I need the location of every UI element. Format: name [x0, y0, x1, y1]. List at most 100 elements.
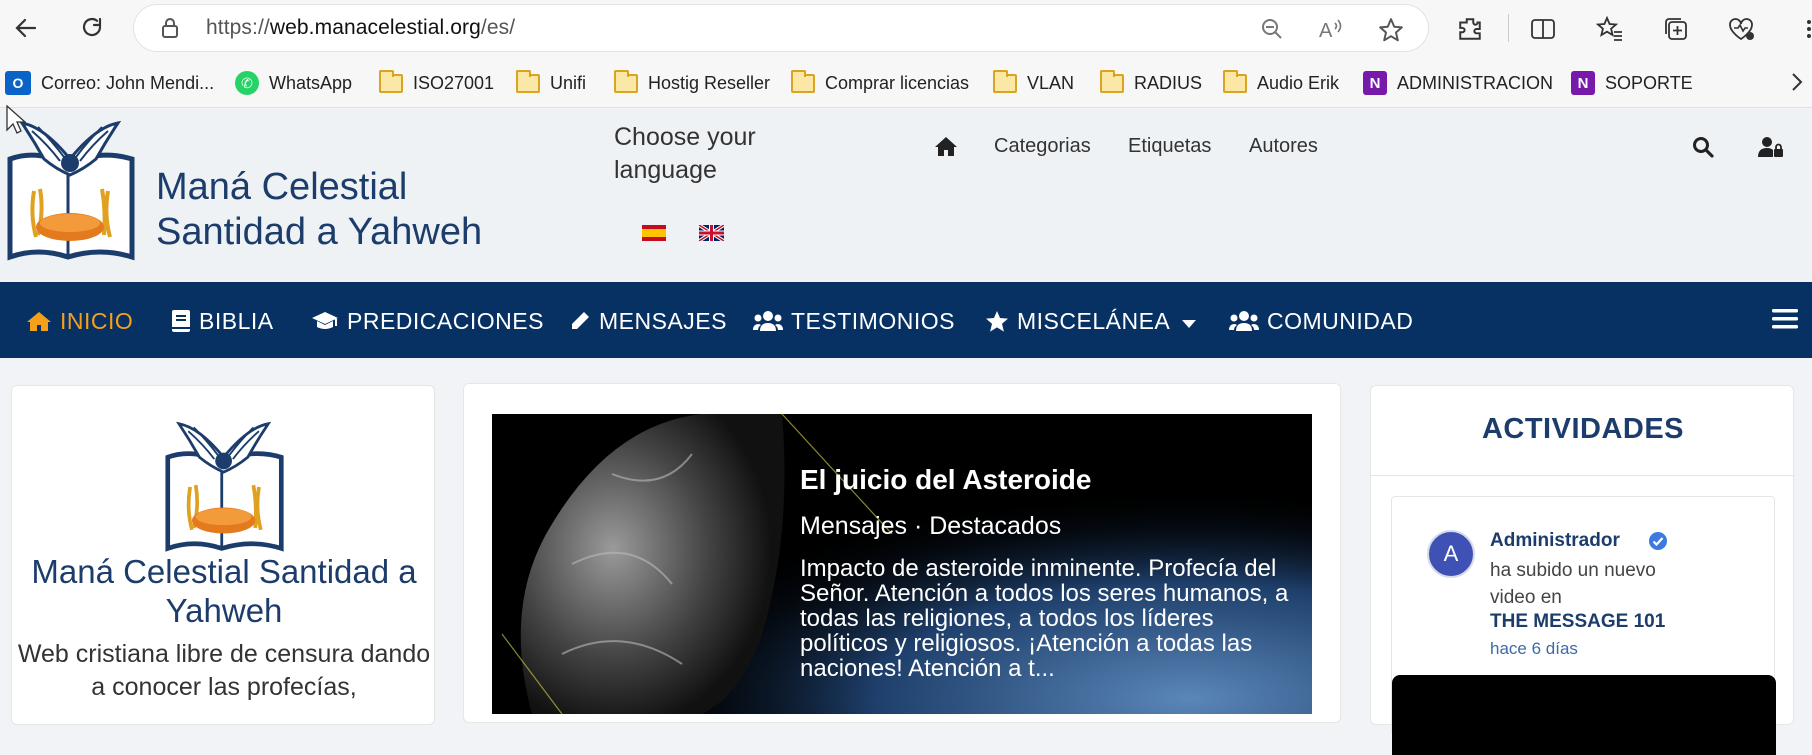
pencil-icon: [569, 310, 591, 332]
nav-comunidad[interactable]: COMUNIDAD: [1229, 306, 1413, 336]
toolbar-divider: [1508, 14, 1509, 42]
activities-card: ACTIVIDADES A Administrador ha subido un…: [1370, 385, 1795, 755]
bookmark-radius[interactable]: RADIUS: [1100, 69, 1203, 96]
user-login-icon[interactable]: [1758, 136, 1784, 163]
read-aloud-icon[interactable]: A: [1318, 17, 1344, 46]
chevron-right-icon[interactable]: [1790, 70, 1804, 99]
bookmark-label: VLAN: [1027, 72, 1075, 93]
site-header: Maná Celestial Santidad a Yahweh Choose …: [0, 109, 1812, 282]
video-preview[interactable]: [1392, 675, 1776, 755]
activity-text: ha subido un nuevo video en: [1490, 560, 1656, 608]
bookmark-comprar-licencias[interactable]: Comprar licencias: [791, 69, 969, 96]
favorite-star-icon[interactable]: [1378, 17, 1404, 48]
site-title-line[interactable]: Santidad a Yahweh: [156, 210, 482, 255]
bookmark-label: SOPORTE: [1605, 72, 1693, 93]
onenote-icon: N: [1363, 71, 1387, 95]
menu-autores[interactable]: Autores: [1249, 135, 1318, 158]
back-button[interactable]: [8, 10, 44, 46]
sidebar-description: Web cristiana libre de censura dando a c…: [17, 640, 431, 701]
caret-down-icon: [1182, 308, 1197, 335]
bookmark-label: Correo: John Mendi...: [41, 72, 215, 93]
favorites-icon[interactable]: [1593, 12, 1627, 46]
onenote-icon: N: [1571, 71, 1595, 95]
bookmark-soporte[interactable]: N SOPORTE: [1571, 70, 1693, 96]
bookmark-hostig-reseller[interactable]: Hostig Reseller: [614, 69, 770, 96]
featured-title[interactable]: El juicio del Asteroide: [800, 464, 1091, 496]
more-options-icon[interactable]: [1792, 12, 1812, 46]
folder-icon: [1223, 69, 1247, 93]
folder-icon: [614, 69, 638, 93]
search-icon[interactable]: [1692, 136, 1714, 163]
site-title[interactable]: Maná Celestial Santidad a Yahweh: [156, 165, 482, 255]
bookmark-iso27001[interactable]: ISO27001: [379, 69, 495, 96]
mouse-cursor-icon: [6, 104, 27, 140]
nav-label: INICIO: [60, 307, 134, 334]
menu-etiquetas[interactable]: Etiquetas: [1128, 135, 1211, 158]
nav-biblia[interactable]: BIBLIA: [171, 306, 274, 336]
nav-mensajes[interactable]: MENSAJES: [569, 306, 727, 336]
bookmark-label: ADMINISTRACION: [1397, 72, 1554, 93]
url-text[interactable]: https://web.manacelestial.org/es/: [206, 16, 515, 40]
activity-user[interactable]: Administrador: [1490, 530, 1620, 552]
spanish-flag-icon[interactable]: [642, 225, 666, 241]
english-flag-icon[interactable]: [698, 223, 725, 243]
bookmark-unifi[interactable]: Unifi: [516, 69, 587, 96]
activity-link[interactable]: THE MESSAGE 101: [1490, 611, 1665, 633]
nav-label: MISCELÁNEA: [1017, 307, 1171, 334]
site-title-line[interactable]: Maná Celestial: [156, 165, 482, 210]
nav-inicio[interactable]: INICIO: [26, 306, 133, 336]
extensions-icon[interactable]: [1453, 12, 1487, 46]
folder-icon: [1100, 69, 1124, 93]
hamburger-menu-icon[interactable]: [1772, 308, 1798, 335]
bookmark-audio-erik[interactable]: Audio Erik: [1223, 69, 1339, 96]
bookmark-vlan[interactable]: VLAN: [993, 69, 1075, 96]
nav-label: PREDICACIONES: [347, 307, 544, 334]
star-icon: [985, 310, 1009, 332]
users-icon: [1229, 310, 1259, 332]
site-logo[interactable]: [4, 119, 139, 268]
nav-label: MENSAJES: [599, 307, 727, 334]
svg-text:A: A: [1319, 20, 1333, 41]
nav-label: BIBLIA: [199, 307, 274, 334]
site-logo: [158, 420, 292, 559]
bookmark-label: ISO27001: [413, 72, 495, 93]
nav-predicaciones[interactable]: PREDICACIONES: [311, 306, 544, 336]
browser-essentials-icon[interactable]: [1724, 12, 1758, 46]
language-prompt: Choose your language: [614, 123, 756, 184]
bookmark-label: WhatsApp: [269, 72, 353, 93]
zoom-out-icon[interactable]: [1260, 17, 1284, 46]
users-icon: [753, 310, 783, 332]
whatsapp-icon: ✆: [235, 71, 259, 95]
book-icon: [171, 309, 191, 333]
address-bar[interactable]: https://web.manacelestial.org/es/ A: [134, 5, 1428, 51]
divider: [1371, 475, 1795, 476]
activity-time[interactable]: hace 6 días: [1490, 639, 1578, 659]
home-icon[interactable]: [934, 135, 958, 162]
folder-icon: [993, 69, 1017, 93]
collections-icon[interactable]: [1659, 12, 1693, 46]
activities-heading: ACTIVIDADES: [1481, 413, 1685, 445]
nav-miscelanea[interactable]: MISCELÁNEA: [985, 306, 1197, 336]
bookmark-label: Unifi: [550, 72, 587, 93]
about-card: Maná Celestial Santidad a Yahweh Web cri…: [11, 385, 435, 725]
bookmark-correo[interactable]: O Correo: John Mendi...: [5, 70, 214, 96]
refresh-button[interactable]: [74, 10, 110, 46]
home-icon: [26, 310, 52, 332]
folder-icon: [791, 69, 815, 93]
split-screen-icon[interactable]: [1526, 12, 1560, 46]
bookmark-whatsapp[interactable]: ✆ WhatsApp: [235, 70, 352, 96]
main-navigation: INICIO BIBLIA PREDICACIONES MENSAJES TES…: [0, 282, 1812, 358]
avatar[interactable]: A: [1427, 530, 1475, 578]
nav-testimonios[interactable]: TESTIMONIOS: [753, 306, 955, 336]
featured-categories[interactable]: Mensajes · Destacados: [800, 512, 1061, 541]
featured-post-card: El juicio del Asteroide Mensajes · Desta…: [463, 383, 1341, 723]
featured-post[interactable]: El juicio del Asteroide Mensajes · Desta…: [492, 414, 1312, 714]
nav-label: TESTIMONIOS: [791, 307, 955, 334]
menu-categorias[interactable]: Categorias: [994, 135, 1091, 158]
bookmark-label: RADIUS: [1134, 72, 1203, 93]
bookmarks-bar: O Correo: John Mendi... ✆ WhatsApp ISO2700…: [0, 58, 1812, 108]
folder-icon: [379, 69, 403, 93]
lock-icon[interactable]: [160, 17, 180, 44]
verified-badge-icon: [1648, 531, 1668, 556]
bookmark-administracion[interactable]: N ADMINISTRACION: [1363, 70, 1553, 96]
